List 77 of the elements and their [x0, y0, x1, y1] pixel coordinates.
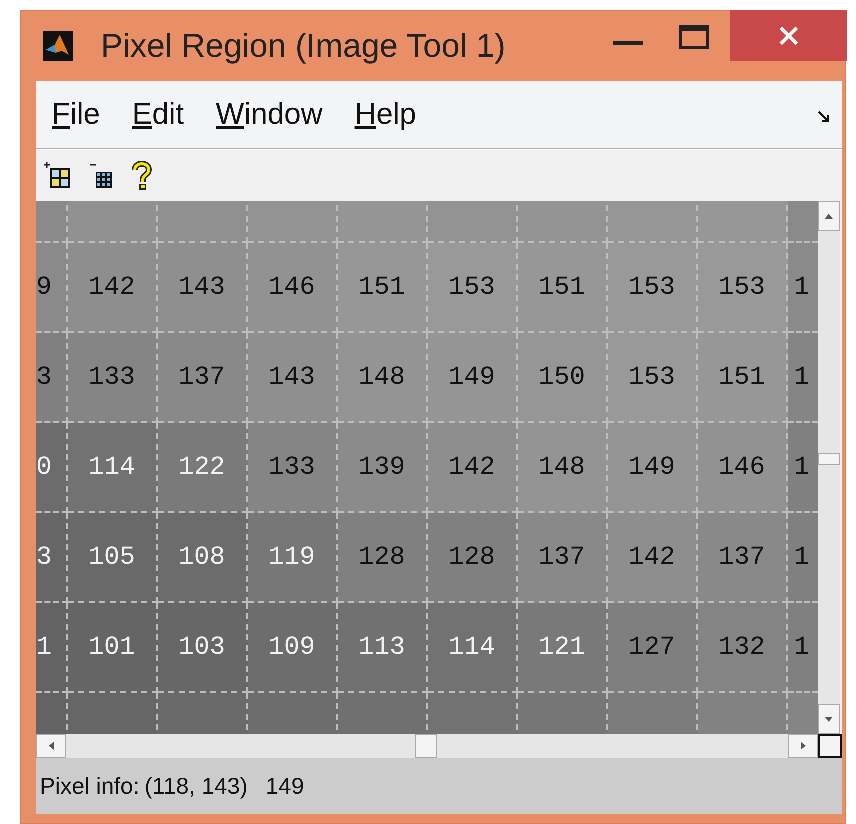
app-logo-icon: [43, 31, 73, 61]
menu-item[interactable]: File: [52, 92, 100, 137]
pixel-cell: 0: [36, 423, 68, 513]
pixel-cell: 128: [428, 513, 518, 603]
pixel-cell: 103: [158, 603, 248, 693]
pixel-cell: 149: [608, 423, 698, 513]
scroll-right-button[interactable]: [788, 734, 818, 758]
pixel-cell: 114: [428, 603, 518, 693]
pixel-cell: 143: [248, 333, 338, 423]
scroll-left-button[interactable]: [36, 734, 66, 758]
pixel-cell: 137: [518, 513, 608, 603]
scroll-up-button[interactable]: [818, 201, 840, 231]
close-icon: [778, 26, 798, 46]
pixel-cell: 109: [248, 603, 338, 693]
pixel-cell: 1: [788, 243, 818, 333]
scroll-thumb[interactable]: [818, 453, 840, 465]
pixel-cell: 1: [788, 513, 818, 603]
pixel-cell: 148: [518, 423, 608, 513]
pixel-cell: 1: [36, 603, 68, 693]
scroll-down-button[interactable]: [818, 704, 840, 734]
pixel-cell: 142: [608, 513, 698, 603]
pixel-cell: 143: [158, 243, 248, 333]
pixel-cell: 3: [36, 513, 68, 603]
pixel-cell: 132: [698, 603, 788, 693]
pixel-cell: 1: [788, 423, 818, 513]
pixel-cell: 3: [36, 333, 68, 423]
horizontal-scrollbar[interactable]: [36, 734, 818, 758]
pixel-cell: 137: [158, 333, 248, 423]
pixel-cell: 149: [428, 333, 518, 423]
pixel-cell: 142: [428, 423, 518, 513]
close-button[interactable]: [730, 10, 847, 61]
pixel-cell: 148: [338, 333, 428, 423]
pixel-cell: 1: [788, 333, 818, 423]
right-arrow-icon: [800, 742, 806, 750]
pixel-cell: 151: [518, 243, 608, 333]
pixel-cell: 146: [248, 243, 338, 333]
pixel-cell: 133: [248, 423, 338, 513]
pixel-cell: 113: [338, 603, 428, 693]
pixel-cell: 127: [608, 603, 698, 693]
menu-item[interactable]: Edit: [132, 92, 184, 137]
pixel-cell: 139: [338, 423, 428, 513]
pixel-cell: 1: [788, 603, 818, 693]
pixel-cell: 153: [698, 243, 788, 333]
pixel-cell: 101: [68, 603, 158, 693]
pixel-cell: 153: [608, 243, 698, 333]
down-arrow-icon: [825, 716, 833, 722]
window-title: Pixel Region (Image Tool 1): [101, 26, 506, 66]
left-arrow-icon: [48, 742, 54, 750]
scroll-thumb[interactable]: [415, 734, 437, 758]
pixel-cell: 114: [68, 423, 158, 513]
pixel-cell: 122: [158, 423, 248, 513]
menu-arrow-icon[interactable]: [818, 111, 830, 123]
pixel-cell: 153: [608, 333, 698, 423]
pixel-cell: 108: [158, 513, 248, 603]
pixel-cell: 105: [68, 513, 158, 603]
pixel-cell: 133: [68, 333, 158, 423]
status-label: Pixel info:: [40, 772, 140, 801]
menu-item[interactable]: Window: [216, 92, 323, 137]
pixel-cell: 153: [428, 243, 518, 333]
maximize-icon[interactable]: [679, 25, 709, 49]
pixel-cell: 119: [248, 513, 338, 603]
up-arrow-icon: [825, 214, 833, 218]
menu-item[interactable]: Help: [354, 92, 416, 137]
help-icon[interactable]: [132, 160, 152, 190]
pixel-cell: 121: [518, 603, 608, 693]
pixel-cell: 150: [518, 333, 608, 423]
pixel-cell: 146: [698, 423, 788, 513]
resize-corner[interactable]: [818, 734, 842, 758]
pixel-cell: 151: [338, 243, 428, 333]
vertical-scrollbar[interactable]: [818, 201, 840, 734]
pixel-cell: 128: [338, 513, 428, 603]
pixel-cell: 137: [698, 513, 788, 603]
pixel-cell: 9: [36, 243, 68, 333]
pixel-coordinates: (118, 143): [144, 772, 248, 801]
pixel-cell: 151: [698, 333, 788, 423]
pixel-cell: 142: [68, 243, 158, 333]
pixel-value: 149: [266, 772, 304, 801]
